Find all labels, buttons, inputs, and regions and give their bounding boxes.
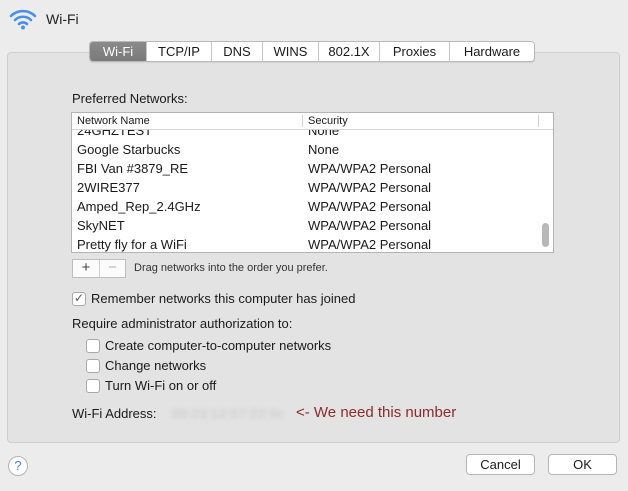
- cancel-button[interactable]: Cancel: [466, 454, 535, 475]
- create-computer-networks-option[interactable]: Create computer-to-computer networks: [86, 338, 331, 353]
- tab-hardware[interactable]: Hardware: [450, 42, 534, 61]
- preferred-networks-label: Preferred Networks:: [72, 91, 188, 106]
- checkmark-icon: ✓: [74, 290, 85, 305]
- change-networks-label: Change networks: [105, 358, 207, 373]
- column-header-network-name[interactable]: Network Name: [77, 115, 150, 127]
- security-cell: WPA/WPA2 Personal: [308, 218, 432, 233]
- tab-dns[interactable]: DNS: [212, 42, 263, 61]
- create-computer-networks-label: Create computer-to-computer networks: [105, 338, 332, 353]
- table-rows: 24GHZTEST None Google Starbucks None FBI…: [72, 121, 553, 252]
- preferred-networks-table[interactable]: Network Name Security 24GHZTEST None Goo…: [71, 112, 554, 253]
- security-cell: None: [308, 142, 340, 157]
- network-name-cell: Amped_Rep_2.4GHz: [77, 199, 201, 214]
- window-title: Wi-Fi: [46, 11, 79, 27]
- column-divider: [302, 115, 303, 127]
- tab-8021x[interactable]: 802.1X: [319, 42, 380, 61]
- add-remove-control: + −: [72, 259, 126, 278]
- turn-wifi-option[interactable]: Turn Wi-Fi on or off: [86, 378, 216, 393]
- help-button[interactable]: ?: [8, 456, 28, 476]
- change-networks-checkbox[interactable]: [86, 358, 100, 373]
- remember-networks-label: Remember networks this computer has join…: [91, 291, 356, 306]
- table-row[interactable]: Google Starbucks None: [72, 140, 553, 159]
- network-name-cell: Google Starbucks: [77, 142, 181, 157]
- table-row[interactable]: Amped_Rep_2.4GHz WPA/WPA2 Personal: [72, 197, 553, 216]
- table-row[interactable]: FBI Van #3879_RE WPA/WPA2 Personal: [72, 159, 553, 178]
- network-name-cell: SkyNET: [77, 218, 125, 233]
- remember-networks-checkbox[interactable]: ✓: [72, 290, 86, 306]
- require-authorization-label: Require administrator authorization to:: [72, 316, 293, 331]
- security-cell: WPA/WPA2 Personal: [308, 237, 432, 252]
- drag-hint-text: Drag networks into the order you prefer.: [134, 262, 328, 274]
- tab-wins[interactable]: WINS: [263, 42, 319, 61]
- tab-wifi[interactable]: Wi-Fi: [90, 42, 147, 61]
- wifi-address-value: 00:23:12:57:22:0c: [172, 406, 285, 421]
- security-cell: WPA/WPA2 Personal: [308, 161, 432, 176]
- remove-network-button[interactable]: −: [99, 260, 125, 277]
- tab-proxies[interactable]: Proxies: [380, 42, 450, 61]
- change-networks-option[interactable]: Change networks: [86, 358, 206, 373]
- turn-wifi-label: Turn Wi-Fi on or off: [105, 378, 217, 393]
- table-scrollbar[interactable]: [542, 223, 549, 247]
- table-row[interactable]: Pretty fly for a WiFi WPA/WPA2 Personal: [72, 235, 553, 252]
- table-row[interactable]: 2WIRE377 WPA/WPA2 Personal: [72, 178, 553, 197]
- remember-networks-option[interactable]: ✓ Remember networks this computer has jo…: [72, 291, 355, 306]
- security-cell: WPA/WPA2 Personal: [308, 199, 432, 214]
- tab-tcpip[interactable]: TCP/IP: [147, 42, 212, 61]
- wifi-address-label: Wi-Fi Address:: [72, 406, 157, 421]
- security-cell: WPA/WPA2 Personal: [308, 180, 432, 195]
- tab-bar: Wi-Fi TCP/IP DNS WINS 802.1X Proxies Har…: [89, 41, 535, 62]
- turn-wifi-checkbox[interactable]: [86, 378, 100, 393]
- network-name-cell: 2WIRE377: [77, 180, 140, 195]
- wifi-icon: [9, 9, 37, 30]
- table-header: Network Name Security: [72, 113, 553, 130]
- add-network-button[interactable]: +: [73, 260, 99, 277]
- column-divider: [538, 115, 539, 127]
- title-bar: Wi-Fi: [0, 0, 628, 40]
- ok-button[interactable]: OK: [548, 454, 617, 475]
- network-name-cell: Pretty fly for a WiFi: [77, 237, 187, 252]
- annotation-text: <- We need this number: [296, 404, 457, 421]
- table-row[interactable]: SkyNET WPA/WPA2 Personal: [72, 216, 553, 235]
- network-name-cell: FBI Van #3879_RE: [77, 161, 189, 176]
- create-computer-networks-checkbox[interactable]: [86, 338, 100, 353]
- column-header-security[interactable]: Security: [308, 115, 348, 127]
